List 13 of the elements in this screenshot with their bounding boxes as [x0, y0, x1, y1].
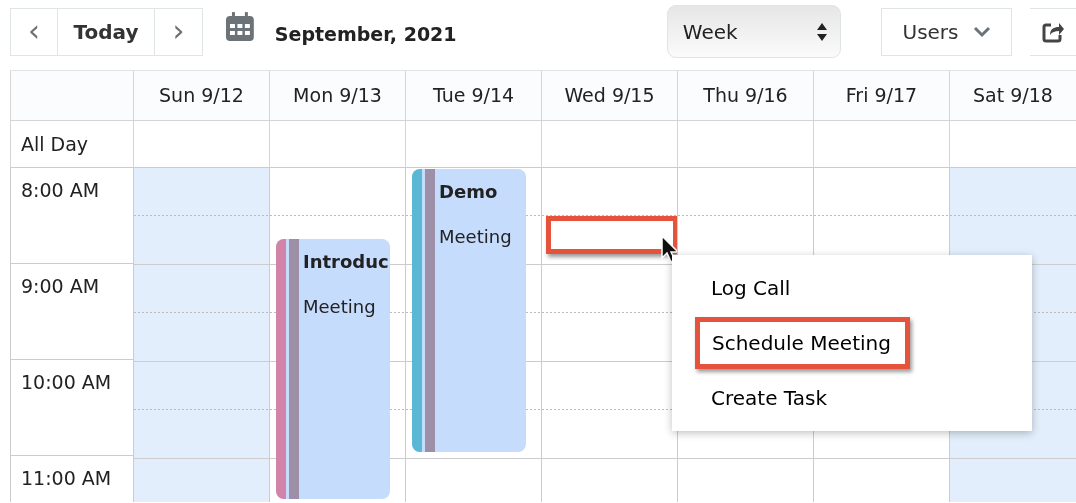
event-type: Meeting: [303, 296, 376, 317]
day-header: Sun 9/12: [133, 71, 269, 121]
day-header: Thu 9/16: [677, 71, 813, 121]
all-day-label: All Day: [10, 121, 133, 168]
day-header: Fri 9/17: [813, 71, 949, 121]
event-title: Introduc: [303, 250, 389, 274]
event-type: Meeting: [439, 226, 512, 247]
day-header: Tue 9/14: [405, 71, 541, 121]
month-title: September, 2021: [274, 22, 458, 47]
event-title: Demo: [439, 180, 499, 204]
day-header: Wed 9/15: [541, 71, 677, 121]
day-header: Sat 9/18: [949, 71, 1076, 121]
day-header: Mon 9/13: [269, 71, 405, 121]
